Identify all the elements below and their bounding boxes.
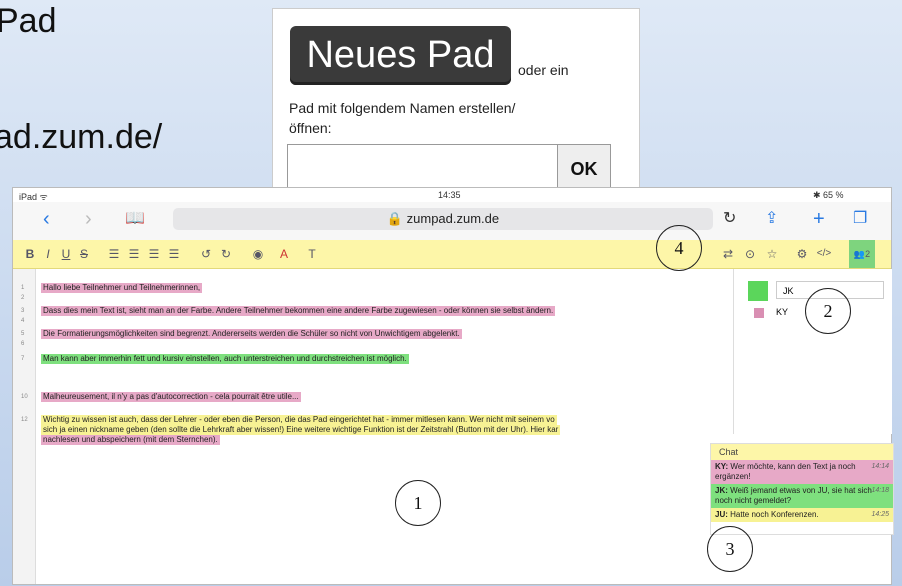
chat-time: 14:25	[871, 511, 889, 518]
battery-indicator: ✱ 65 %	[813, 190, 844, 200]
line-number: 5	[21, 331, 25, 337]
line-number: 2	[21, 295, 25, 301]
chat-message: KY: Wer möchte, kann den Text ja noch er…	[711, 460, 893, 484]
bold-button[interactable]: B	[21, 240, 39, 268]
unordered-list-button[interactable]: ☰	[125, 240, 143, 268]
new-pad-button[interactable]: Neues Pad	[290, 26, 511, 85]
chat-message: JK: Weiß jemand etwas von JU, sie hat si…	[711, 484, 893, 508]
users-button[interactable]: 👥2	[849, 240, 875, 268]
back-icon[interactable]: ‹	[43, 206, 50, 232]
undo-button[interactable]: ↺	[197, 240, 215, 268]
editor-line[interactable]: Wichtig zu wissen ist auch, dass der Leh…	[41, 415, 557, 425]
settings-button[interactable]: ⚙	[793, 240, 811, 268]
callout-3: 3	[707, 526, 753, 572]
callout-2: 2	[805, 288, 851, 334]
new-pad-panel: Neues Pad oder ein Pad mit folgendem Nam…	[272, 8, 640, 205]
chat-text: Weiß jemand etwas von JU, sie hat sich n…	[715, 486, 872, 505]
chat-text: Hatte noch Konferenzen.	[730, 510, 819, 519]
ordered-list-button[interactable]: ☰	[105, 240, 123, 268]
forward-icon[interactable]: ›	[85, 206, 92, 232]
slide-url-fragment: ad.zum.de/	[0, 118, 163, 156]
line-number-gutter: 1 2 3 4 5 6 7 10 12	[13, 269, 36, 584]
strike-button[interactable]: S	[75, 240, 93, 268]
chat-message: JU: Hatte noch Konferenzen. 14:25	[711, 508, 893, 522]
outdent-button[interactable]: ☰	[165, 240, 183, 268]
chat-text: Wer möchte, kann den Text ja noch ergänz…	[715, 462, 856, 481]
chat-title: Chat	[711, 444, 893, 460]
chat-time: 14:18	[871, 487, 889, 494]
editor-line[interactable]: Man kann aber immerhin fett und kursiv e…	[41, 354, 409, 364]
user-color-swatch[interactable]	[748, 281, 768, 301]
editor-line[interactable]: Malheureusement, il n'y a pas d'autocorr…	[41, 392, 301, 402]
editor-line[interactable]: Die Formatierungsmöglichkeiten sind begr…	[41, 329, 462, 339]
save-revision-button[interactable]: ☆	[763, 240, 781, 268]
or-text: oder ein	[518, 62, 569, 78]
pad-name-label: Pad mit folgendem Namen erstellen/öffnen…	[289, 100, 516, 136]
indent-button[interactable]: ☰	[145, 240, 163, 268]
line-number: 1	[21, 285, 25, 291]
line-number: 3	[21, 308, 25, 314]
underline-button[interactable]: U	[57, 240, 75, 268]
editor-line[interactable]: Dass dies mein Text ist, sieht man an de…	[41, 306, 556, 316]
safari-bar: ‹ › 📖 🔒 zumpad.zum.de ↻ ⇪ + ❐	[13, 202, 891, 241]
line-number: 4	[21, 318, 25, 324]
text-format-button[interactable]: T	[303, 240, 321, 268]
chat-author: KY:	[715, 462, 729, 471]
timeslider-button[interactable]: ⊙	[741, 240, 759, 268]
editor-line[interactable]: Hallo liebe Teilnehmer und Teilnehmerinn…	[41, 283, 203, 293]
new-tab-icon[interactable]: +	[813, 206, 825, 232]
reload-icon[interactable]: ↻	[723, 206, 736, 232]
chat-panel: Chat KY: Wer möchte, kann den Text ja no…	[710, 443, 894, 535]
tabs-icon[interactable]: ❐	[853, 206, 867, 232]
import-export-button[interactable]: ⇄	[719, 240, 737, 268]
callout-1: 1	[395, 480, 441, 526]
user-name: KY	[776, 307, 789, 317]
callout-4: 4	[656, 225, 702, 271]
editor-line[interactable]: sich ja einen nickname geben (den sollte…	[41, 425, 561, 435]
chat-author: JK:	[715, 486, 728, 495]
redo-button[interactable]: ↻	[217, 240, 235, 268]
chat-author: JU:	[715, 510, 728, 519]
bookmarks-icon[interactable]: 📖	[125, 206, 145, 232]
slide-title-fragment: Pad	[0, 2, 57, 40]
italic-button[interactable]: I	[39, 240, 57, 268]
share-icon[interactable]: ⇪	[765, 206, 778, 232]
line-number: 7	[21, 356, 25, 362]
status-bar: iPad ᯤ 14:35 ✱ 65 %	[13, 188, 891, 202]
pad-toolbar: B I U S ☰ ☰ ☰ ☰ ↺ ↻ ◉ A T ⇄ ⊙ ☆ ⚙ </> 👥2	[13, 240, 891, 269]
address-bar[interactable]: 🔒 zumpad.zum.de	[173, 208, 713, 230]
clear-authorship-button[interactable]: ◉	[249, 240, 267, 268]
pad-editor[interactable]: 1 2 3 4 5 6 7 10 12 Hallo liebe Teilnehmer und T…	[13, 269, 733, 584]
embed-button[interactable]: </>	[813, 240, 835, 268]
chat-messages: KY: Wer möchte, kann den Text ja noch er…	[711, 460, 893, 522]
ipad-screenshot: iPad ᯤ 14:35 ✱ 65 % ‹ › 📖 🔒 zumpad.zum.d…	[12, 187, 894, 585]
line-number: 12	[21, 417, 28, 423]
font-color-button[interactable]: A	[275, 240, 293, 268]
line-number: 6	[21, 341, 25, 347]
line-number: 10	[21, 394, 28, 400]
user-color-swatch	[754, 308, 764, 318]
editor-line[interactable]: nachlesen und abspeichern (mit dem Stern…	[41, 435, 220, 445]
clock: 14:35	[438, 190, 461, 200]
chat-time: 14:14	[871, 463, 889, 470]
